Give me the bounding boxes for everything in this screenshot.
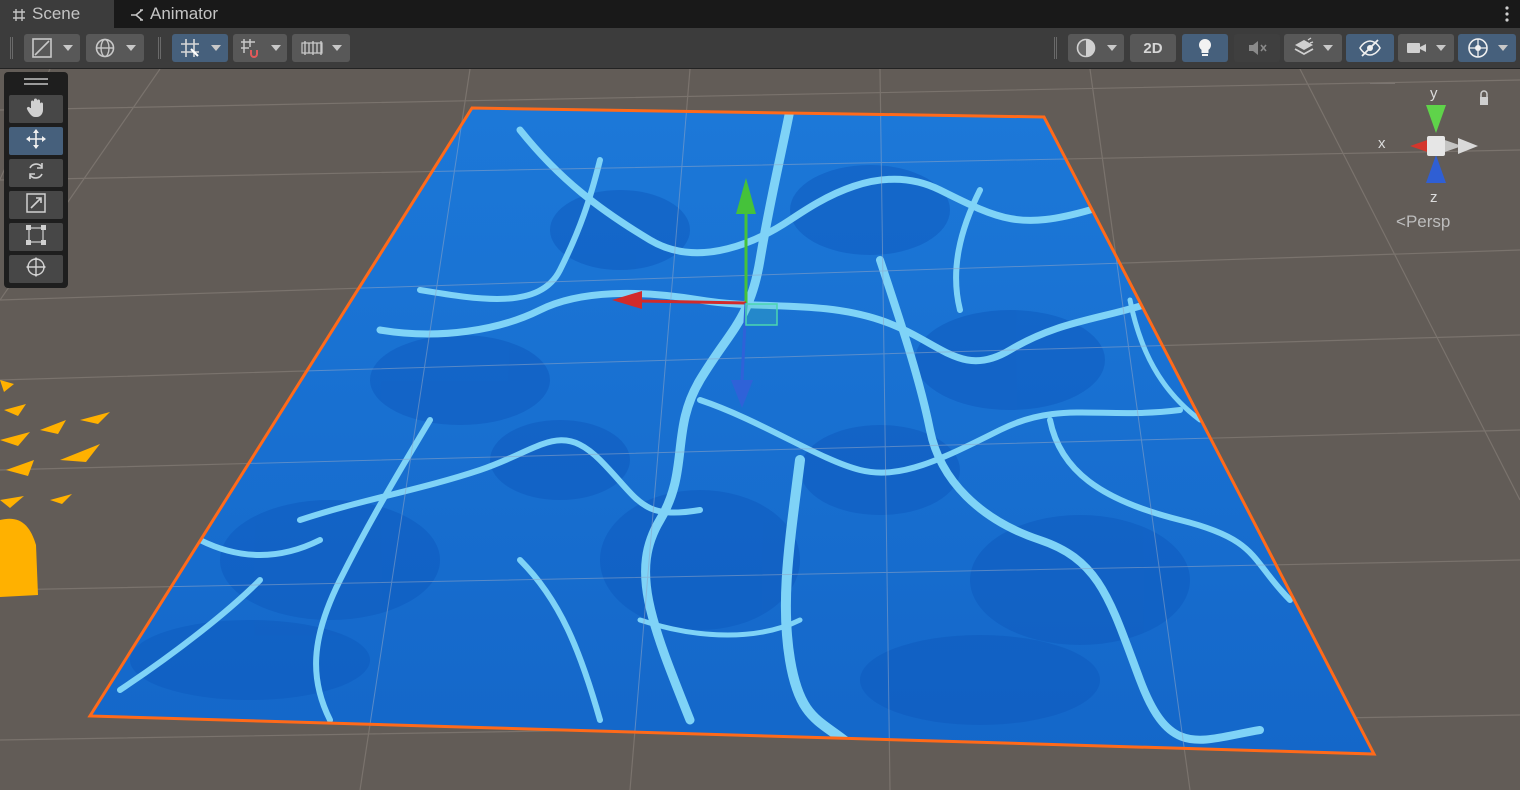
overlay-drag-handle[interactable] — [24, 78, 48, 80]
2d-toggle[interactable]: 2D — [1130, 34, 1176, 62]
tools-overlay — [4, 72, 68, 288]
rotate-tool[interactable] — [9, 159, 63, 187]
projection-label: Persp — [1405, 212, 1451, 231]
rect-transform-icon — [25, 224, 47, 251]
rect-tool[interactable] — [9, 223, 63, 251]
tab-animator[interactable]: Animator — [118, 0, 248, 28]
chevron-down-icon — [332, 45, 342, 51]
move-arrows-icon — [25, 128, 47, 155]
toolbar-grip[interactable] — [158, 37, 161, 59]
transform-icon — [25, 256, 47, 283]
grid-snap-icon — [179, 37, 201, 59]
effects-layers-icon — [1293, 37, 1315, 59]
visibility-toggle[interactable] — [1346, 34, 1394, 62]
chevron-down-icon — [211, 45, 221, 51]
gizmo-sphere-icon — [1466, 36, 1490, 60]
snap-increment-dropdown[interactable] — [233, 34, 287, 62]
eye-slash-icon — [1358, 38, 1382, 58]
hand-icon — [25, 96, 47, 123]
shading-dropdown[interactable] — [1068, 34, 1124, 62]
tab-bar: Scene Animator — [0, 0, 1520, 28]
water-plane[interactable] — [0, 69, 1520, 790]
scene-viewport[interactable]: y x z <Persp — [0, 69, 1520, 790]
2d-toggle-label: 2D — [1143, 39, 1163, 57]
video-camera-icon — [1406, 39, 1428, 57]
move-tool[interactable] — [9, 127, 63, 155]
draw-mode-icon — [31, 37, 53, 59]
chevron-down-icon — [1436, 45, 1446, 51]
gizmo-z-label: z — [1430, 189, 1438, 206]
tab-scene[interactable]: Scene — [0, 0, 114, 28]
scale-icon — [25, 192, 47, 219]
toolbar-grip[interactable] — [1054, 37, 1057, 59]
chevron-down-icon — [1498, 45, 1508, 51]
ruler-icon — [300, 37, 324, 59]
draw-mode-dropdown[interactable] — [24, 34, 80, 62]
yellow-particle-object — [0, 380, 110, 597]
global-local-dropdown[interactable] — [86, 34, 144, 62]
effects-dropdown[interactable] — [1284, 34, 1342, 62]
magnet-grid-icon — [239, 37, 261, 59]
gizmo-y-label: y — [1430, 85, 1438, 102]
orientation-gizmo[interactable]: y x z — [1365, 76, 1500, 233]
rotate-icon — [25, 160, 47, 187]
animator-branch-icon — [130, 7, 144, 21]
chevron-down-icon — [126, 45, 136, 51]
tab-animator-label: Animator — [150, 4, 219, 23]
grid-hash-icon — [12, 7, 26, 21]
speaker-mute-icon — [1246, 38, 1268, 58]
scene-toolbar: 2D — [0, 28, 1520, 69]
lighting-toggle[interactable] — [1182, 34, 1228, 62]
tab-scene-label: Scene — [32, 4, 81, 23]
globe-icon — [94, 37, 116, 59]
chevron-down-icon — [271, 45, 281, 51]
chevron-down-icon — [1107, 45, 1117, 51]
toolbar-grip[interactable] — [10, 37, 13, 59]
unity-scene-view: Scene Animator 2D y x z <Persp — [0, 0, 1520, 790]
chevron-left-icon: < — [1396, 212, 1406, 231]
audio-toggle[interactable] — [1234, 34, 1280, 62]
grid-snap-dropdown[interactable] — [172, 34, 228, 62]
scale-tool[interactable] — [9, 191, 63, 219]
transform-tool[interactable] — [9, 255, 63, 283]
ruler-dropdown[interactable] — [292, 34, 350, 62]
camera-dropdown[interactable] — [1398, 34, 1454, 62]
chevron-down-icon — [1323, 45, 1333, 51]
hand-tool[interactable] — [9, 95, 63, 123]
shading-sphere-icon — [1075, 37, 1097, 59]
gizmos-dropdown[interactable] — [1458, 34, 1516, 62]
scene-render — [0, 69, 1520, 790]
chevron-down-icon — [63, 45, 73, 51]
gizmo-x-label: x — [1378, 135, 1386, 152]
more-options-icon[interactable] — [1504, 4, 1510, 24]
projection-toggle[interactable]: <Persp — [1396, 212, 1450, 232]
lightbulb-icon — [1196, 37, 1214, 59]
